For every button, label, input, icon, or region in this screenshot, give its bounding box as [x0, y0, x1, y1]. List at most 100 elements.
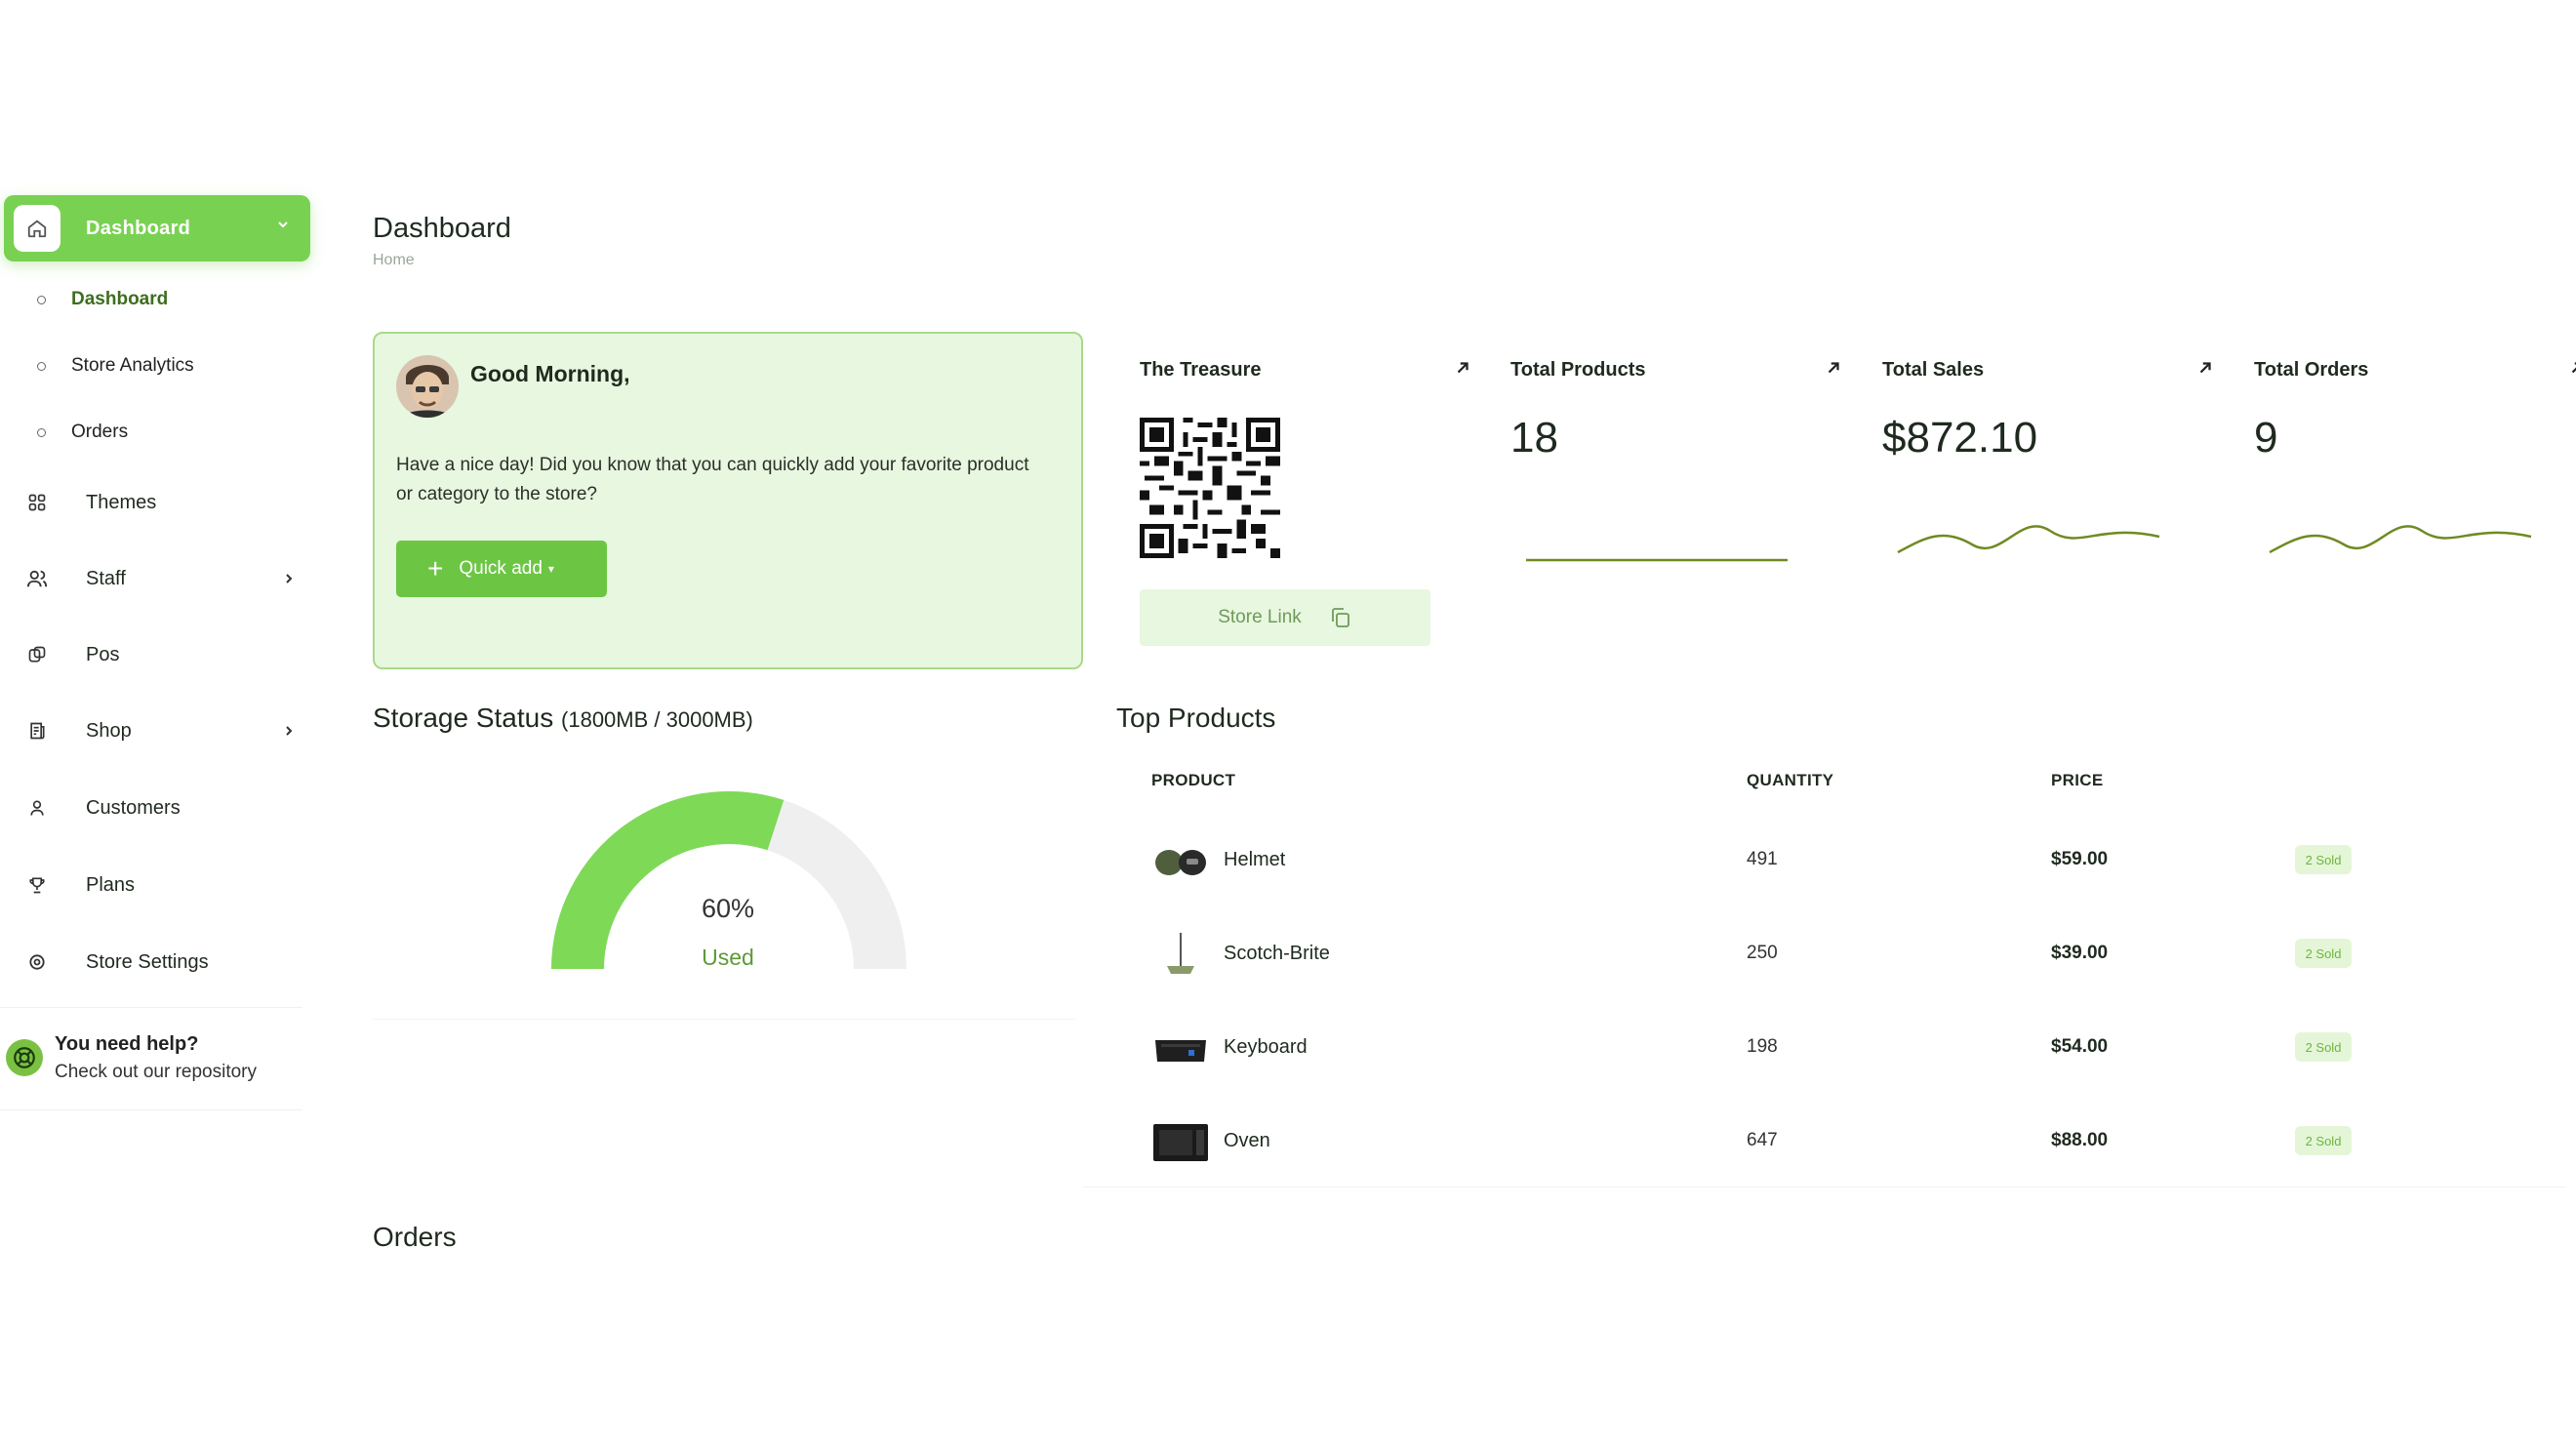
gauge-used-label: Used — [702, 945, 754, 970]
gauge-percent: 60% — [701, 894, 755, 923]
quick-add-button[interactable]: + Quick add ▾ — [396, 541, 607, 597]
product-quantity: 647 — [1747, 1130, 1778, 1150]
column-header-product: PRODUCT — [1151, 771, 1236, 789]
arrow-up-right-icon[interactable] — [2196, 359, 2214, 382]
product-thumbnail — [1153, 1124, 1208, 1161]
storage-title-text: Storage Status — [373, 703, 554, 733]
chevron-down-icon — [275, 217, 291, 237]
product-thumbnail — [1155, 850, 1206, 875]
stat-card-treasure: The Treasure Store Link — [1140, 332, 1491, 646]
sparkline — [1897, 525, 2160, 554]
page-title: Dashboard — [373, 213, 511, 244]
sidebar-subitem-store-analytics[interactable]: Store Analytics — [37, 351, 194, 381]
sidebar-item-label: Pos — [86, 643, 120, 665]
sidebar-item-label: Shop — [86, 719, 132, 742]
store-link-button[interactable]: Store Link — [1140, 589, 1430, 646]
arrow-up-right-icon[interactable] — [2568, 359, 2576, 382]
stat-title: Total Orders — [2254, 359, 2369, 381]
help-icon — [6, 1039, 43, 1076]
product-thumbnail — [1167, 933, 1194, 974]
sidebar-item-label: Staff — [86, 567, 126, 589]
sidebar-subitem-label: Store Analytics — [71, 355, 194, 376]
home-icon — [14, 205, 60, 252]
sidebar-item-plans[interactable]: Plans — [14, 861, 306, 909]
sidebar-item-customers[interactable]: Customers — [14, 784, 306, 832]
avatar — [396, 355, 459, 418]
sidebar-item-label: Dashboard — [86, 217, 191, 239]
qr-code — [1140, 418, 1280, 558]
sidebar-item-label: Themes — [86, 491, 157, 513]
arrow-up-right-icon[interactable] — [1825, 359, 1842, 382]
user-icon — [14, 785, 60, 831]
stat-title: Total Products — [1510, 359, 1646, 381]
trophy-icon — [14, 862, 60, 908]
product-thumbnail — [1155, 1040, 1206, 1062]
grid-icon — [14, 479, 60, 526]
sidebar-item-shop[interactable]: Shop — [14, 706, 306, 755]
top-products-title: Top Products — [1116, 703, 1276, 733]
table-row[interactable]: Scotch-Brite 250 $39.00 2 Sold — [1144, 923, 2568, 982]
stat-card-total-products: Total Products 18 — [1510, 332, 1862, 626]
shop-icon — [14, 707, 60, 754]
product-name: Oven — [1224, 1130, 1270, 1151]
product-quantity: 198 — [1747, 1036, 1778, 1057]
product-name: Scotch-Brite — [1224, 943, 1330, 964]
welcome-message: Have a nice day! Did you know that you c… — [396, 455, 1029, 504]
sold-badge: 2 Sold — [2295, 1126, 2352, 1155]
help-title: You need help? — [55, 1033, 199, 1055]
bullet-icon — [37, 361, 46, 371]
sparkline — [2269, 525, 2532, 554]
sidebar-item-pos[interactable]: Pos — [14, 630, 306, 679]
plus-icon: + — [427, 553, 444, 584]
sidebar-subitem-label: Dashboard — [71, 289, 169, 309]
sold-badge: 2 Sold — [2295, 939, 2352, 968]
sidebar-item-dashboard[interactable]: Dashboard — [4, 195, 310, 262]
sidebar-item-staff[interactable]: Staff — [14, 554, 306, 603]
stat-value: $872.10 — [1882, 414, 2038, 462]
store-link-label: Store Link — [1218, 607, 1302, 627]
chevron-right-icon — [281, 722, 297, 745]
stat-card-total-orders: Total Orders 9 — [2254, 332, 2576, 626]
sidebar-subitem-label: Orders — [71, 422, 129, 442]
product-name: Helmet — [1224, 849, 1286, 870]
product-price: $88.00 — [2051, 1130, 2109, 1150]
sidebar-item-label: Store Settings — [86, 950, 209, 973]
sold-badge: 2 Sold — [2295, 845, 2352, 874]
stat-value: 18 — [1510, 414, 1558, 462]
sidebar-subitem-dashboard[interactable]: Dashboard — [37, 285, 168, 314]
quick-add-label: Quick add — [459, 558, 543, 579]
stat-title: The Treasure — [1140, 359, 1262, 381]
sidebar-item-label: Customers — [86, 796, 181, 819]
sidebar-item-themes[interactable]: Themes — [14, 478, 306, 527]
stat-value: 9 — [2254, 414, 2278, 462]
bullet-icon — [37, 427, 46, 437]
sidebar-item-label: Plans — [86, 873, 136, 896]
column-header-quantity: QUANTITY — [1747, 771, 1834, 789]
product-name: Keyboard — [1224, 1036, 1308, 1058]
sidebar-item-store-settings[interactable]: Store Settings — [14, 938, 306, 986]
storage-detail: (1800MB / 3000MB) — [561, 707, 753, 732]
storage-title: Storage Status (1800MB / 3000MB) — [373, 703, 753, 734]
table-row[interactable]: Oven 647 $88.00 2 Sold — [1144, 1110, 2568, 1169]
chevron-right-icon — [281, 570, 297, 592]
product-price: $54.00 — [2051, 1036, 2109, 1057]
table-row[interactable]: Helmet 491 $59.00 2 Sold — [1144, 829, 2568, 888]
table-row[interactable]: Keyboard 198 $54.00 2 Sold — [1144, 1017, 2568, 1075]
sold-badge: 2 Sold — [2295, 1032, 2352, 1062]
product-quantity: 491 — [1747, 849, 1778, 869]
welcome-card: Good Morning, Have a nice day! Did you k… — [373, 332, 1083, 669]
copy-icon — [1331, 608, 1349, 627]
arrow-up-right-icon[interactable] — [1454, 359, 1471, 382]
stat-card-total-sales: Total Sales $872.10 — [1882, 332, 2234, 626]
breadcrumb[interactable]: Home — [373, 252, 415, 269]
gauge-fill — [551, 791, 785, 969]
help-subtitle[interactable]: Check out our repository — [55, 1062, 257, 1083]
sparkline — [1526, 558, 1788, 562]
divider — [373, 1019, 1075, 1020]
orders-title: Orders — [373, 1222, 457, 1252]
help-panel[interactable]: You need help? Check out our repository — [0, 1007, 302, 1110]
users-icon — [14, 555, 60, 602]
sidebar-subitem-orders[interactable]: Orders — [37, 418, 128, 447]
product-price: $39.00 — [2051, 943, 2109, 963]
stat-title: Total Sales — [1882, 359, 1985, 381]
